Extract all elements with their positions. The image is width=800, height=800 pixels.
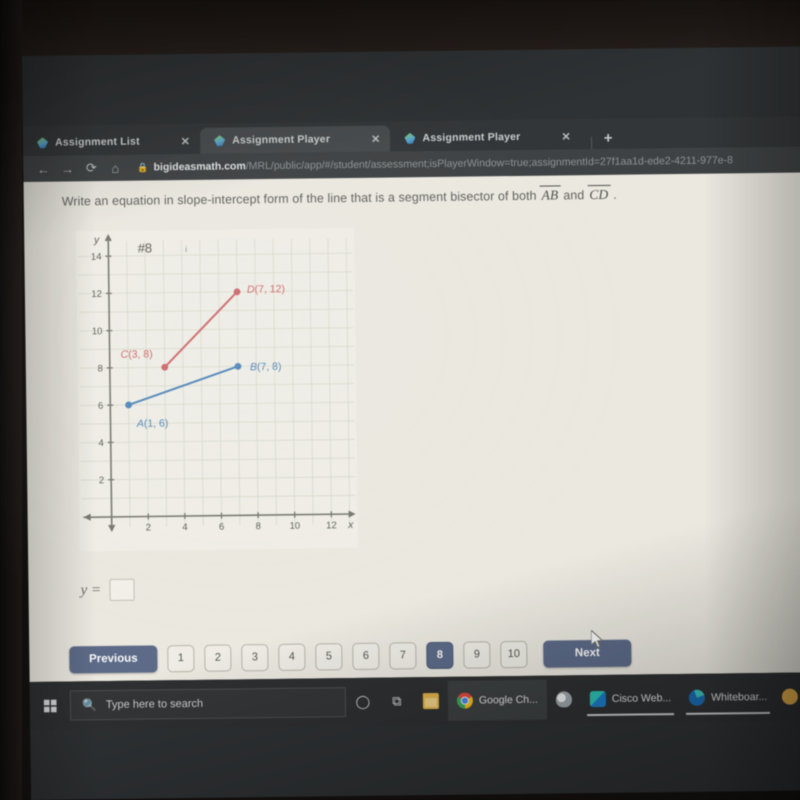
axis-tick-label: 6 [98, 401, 103, 412]
answer-input[interactable] [108, 578, 135, 601]
axis-tick-label: 8 [256, 521, 261, 532]
page-button-3[interactable]: 3 [241, 643, 269, 671]
page-button-10[interactable]: 10 [500, 640, 528, 668]
coordinate-graph: 2 4 6 8 10 12 2 4 6 8 10 12 14 x y #8 i A(1, 6) B(7, 8) C(3… [76, 227, 359, 552]
browser-tab-assignment-list[interactable]: Assignment List ✕ [23, 128, 200, 156]
reload-icon[interactable]: ⟳ [79, 160, 103, 176]
bigideasmath-favicon [404, 133, 415, 144]
screen: Assignment List ✕ Assignment Player ✕ As… [22, 46, 800, 800]
question-prompt: Write an equation in slope-intercept for… [61, 182, 800, 209]
browser-tab-title: Assignment List [54, 135, 140, 149]
browser-tab-title: Assignment Player [232, 133, 331, 147]
taskbar-app-file-explorer[interactable] [414, 681, 448, 721]
paint-icon [555, 691, 572, 708]
taskbar-app-label: Whiteboar... [711, 690, 768, 704]
address-bar-path: /MRL/public/app/#/student/assessment;isP… [245, 154, 734, 173]
close-icon[interactable]: ✕ [561, 130, 571, 143]
taskbar-app-paint[interactable] [547, 679, 581, 719]
folder-icon [422, 692, 440, 710]
search-icon: 🔍 [81, 698, 97, 713]
page-button-7[interactable]: 7 [389, 641, 417, 670]
axis-tick-label: 12 [91, 289, 102, 300]
cortana-icon[interactable]: ◯ [346, 694, 380, 710]
close-icon[interactable]: ✕ [181, 134, 191, 147]
page-button-9[interactable]: 9 [463, 640, 491, 669]
home-icon[interactable]: ⌂ [103, 160, 127, 175]
axis-tick-label: 4 [182, 522, 187, 533]
axis-tick-label: 8 [97, 363, 102, 374]
close-icon[interactable]: ✕ [371, 132, 381, 145]
axis-tick-label: 10 [289, 521, 300, 532]
question-prompt-text: Write an equation in slope-intercept for… [61, 188, 537, 209]
axis-tick-label: 6 [219, 522, 224, 533]
answer-row: y = [80, 578, 135, 602]
page-button-8[interactable]: 8 [426, 641, 454, 669]
page-button-2[interactable]: 2 [204, 643, 232, 672]
webex-icon [589, 690, 606, 708]
page-button-5[interactable]: 5 [315, 642, 343, 670]
previous-button[interactable]: Previous [69, 644, 158, 673]
assignment-page: Write an equation in slope-intercept for… [23, 172, 800, 682]
chrome-icon [456, 692, 474, 709]
y-axis-label: y [93, 234, 100, 246]
next-button[interactable]: Next [543, 639, 632, 668]
taskbar-tray: 97 [782, 688, 800, 705]
browser-tab-title: Assignment Player [422, 130, 521, 145]
segment-cd-label: CD [587, 184, 611, 203]
forward-icon[interactable]: → [55, 161, 79, 176]
browser-tab-assignment-player-1[interactable]: Assignment Player ✕ [200, 125, 391, 154]
bigideasmath-favicon [37, 137, 48, 148]
search-placeholder: Type here to search [105, 697, 204, 712]
start-button[interactable] [30, 699, 70, 713]
windows-logo-icon [43, 699, 57, 713]
app-open-underline [587, 713, 675, 717]
taskbar-app-label: Google Ch... [478, 693, 538, 707]
question-period: . [613, 187, 617, 202]
task-view-icon[interactable]: ⧉ [380, 693, 414, 709]
lock-icon: 🔒 [137, 161, 149, 173]
answer-label: y = [80, 581, 102, 598]
taskbar-app-label: Cisco Web... [611, 692, 672, 705]
address-bar-host: bigideasmath.com [153, 160, 246, 174]
point-label-c: C(3, 8) [121, 348, 153, 360]
axis-tick-label: 14 [91, 252, 102, 263]
axis-tick-label: 2 [146, 522, 151, 533]
chrome-browser-window: Assignment List ✕ Assignment Player ✕ As… [22, 116, 800, 182]
x-axis-label: x [347, 519, 354, 531]
taskbar-app-whiteboard[interactable]: Whiteboar... [680, 677, 777, 718]
tab-divider [590, 137, 593, 150]
taskbar-app-google-chrome[interactable]: Google Ch... [447, 679, 548, 721]
monitor-photo: Assignment List ✕ Assignment Player ✕ As… [0, 0, 800, 800]
monitor-bezel-left [0, 0, 22, 800]
question-conjunction: and [563, 188, 585, 203]
new-tab-button[interactable]: + [604, 130, 613, 149]
axis-tick-label: 12 [326, 520, 337, 531]
back-icon[interactable]: ← [31, 161, 55, 176]
page-button-4[interactable]: 4 [278, 643, 306, 671]
windows-taskbar: 🔍 Type here to search ◯ ⧉ Google Ch... C… [29, 672, 800, 730]
page-number-list: 1 2 3 4 5 6 7 8 9 10 [165, 640, 528, 672]
axis-tick-label: 2 [99, 475, 104, 486]
address-bar[interactable]: bigideasmath.com/MRL/public/app/#/studen… [154, 154, 733, 173]
bigideasmath-favicon [214, 135, 225, 146]
app-open-underline [686, 712, 771, 715]
question-number-label: #8 [138, 240, 153, 255]
page-button-1[interactable]: 1 [167, 644, 195, 672]
segment-ab-label: AB [539, 185, 561, 203]
search-input[interactable]: 🔍 Type here to search [69, 687, 347, 721]
point-label-d: D(7, 12) [247, 283, 285, 295]
browser-tab-assignment-player-2[interactable]: Assignment Player ✕ [390, 123, 581, 151]
weather-sun-icon[interactable] [782, 688, 799, 705]
axis-tick-label: 10 [92, 326, 103, 337]
point-label-b: B(7, 8) [250, 361, 282, 373]
edge-icon [689, 689, 706, 706]
page-button-6[interactable]: 6 [352, 642, 380, 670]
point-label-a: A(1, 6) [136, 417, 169, 429]
axis-tick-label: 4 [98, 438, 103, 449]
taskbar-app-cisco-webex[interactable]: Cisco Web... [581, 678, 681, 719]
coordinate-graph-svg: 2 4 6 8 10 12 2 4 6 8 10 12 14 x y #8 i A(1, 6) B(7, 8) C(3… [76, 227, 359, 552]
info-icon: i [185, 244, 187, 254]
